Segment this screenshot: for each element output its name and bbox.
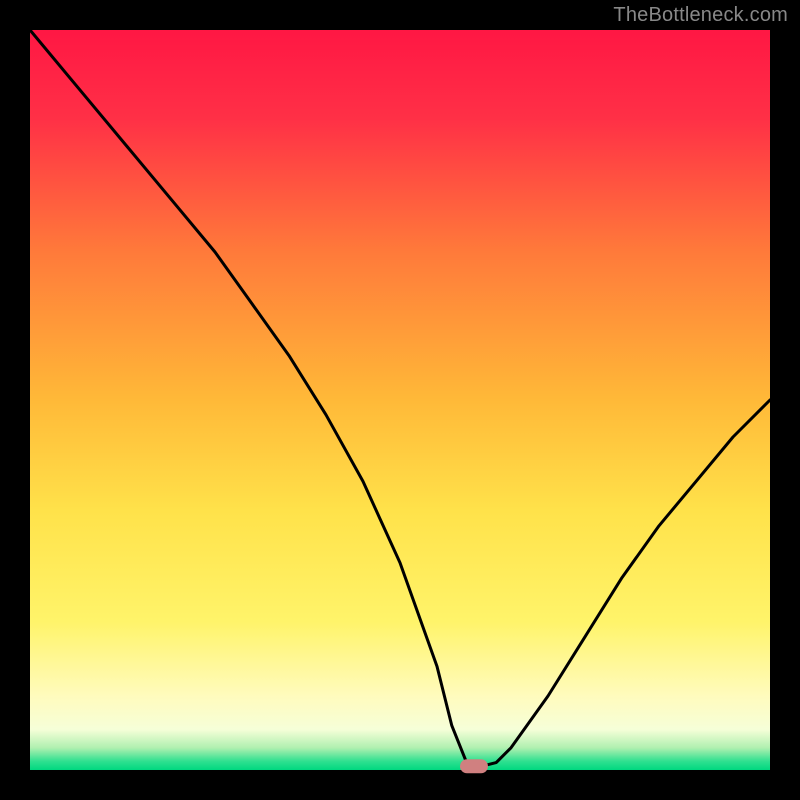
chart-gradient-background: [30, 30, 770, 770]
bottleneck-chart: [0, 0, 800, 800]
watermark: TheBottleneck.com: [613, 4, 788, 27]
chart-container: TheBottleneck.com: [0, 0, 800, 800]
optimal-marker: [460, 759, 488, 773]
